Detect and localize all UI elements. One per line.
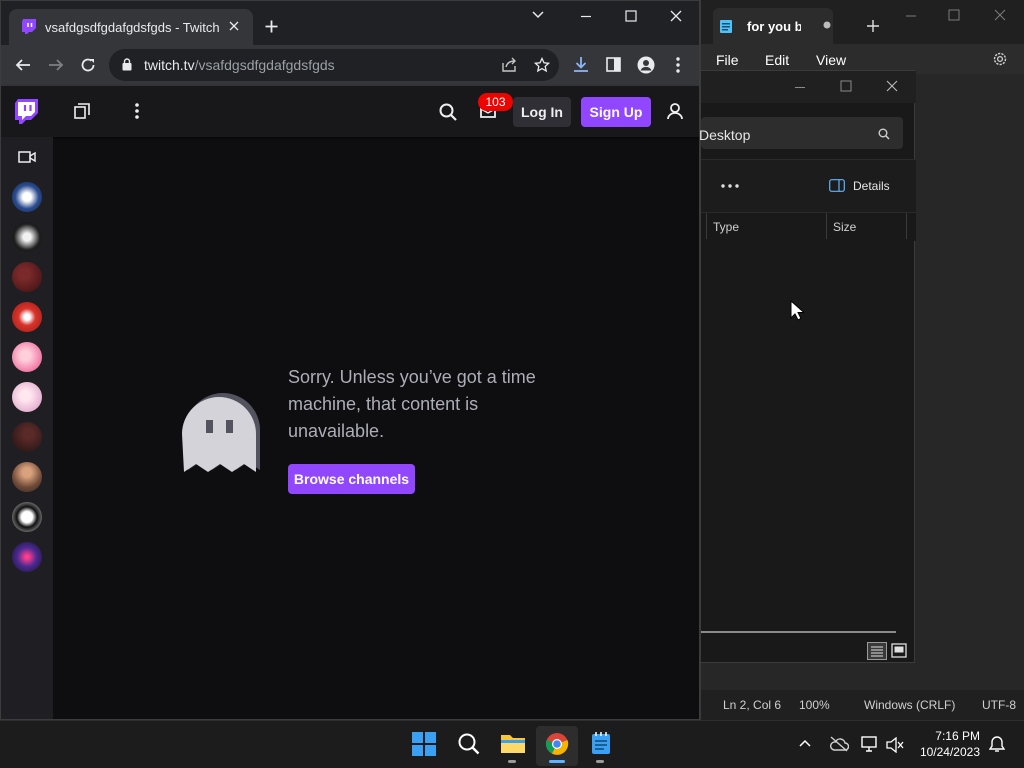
details-view-icon[interactable] [867, 642, 887, 660]
chrome-menu-icon[interactable] [676, 57, 680, 73]
search-icon[interactable] [878, 128, 890, 140]
notepad-tab-title: for you bro [747, 19, 801, 34]
close-icon[interactable] [670, 10, 682, 22]
channel-avatar[interactable] [12, 542, 42, 572]
horizontal-scrollbar[interactable] [701, 631, 896, 633]
column-divider[interactable] [826, 213, 827, 239]
log-in-button[interactable]: Log In [513, 97, 571, 127]
windows-start-icon[interactable] [412, 732, 436, 756]
column-size[interactable]: Size [833, 220, 856, 234]
dialog-close-icon[interactable] [886, 80, 898, 92]
details-button[interactable]: Details [853, 179, 890, 193]
url-path: /vsafdgsdfgdafgdsfgds [194, 57, 335, 73]
search-icon[interactable] [439, 103, 457, 121]
channel-avatar[interactable] [12, 502, 42, 532]
notification-bell-icon[interactable] [989, 735, 1005, 753]
status-cursor-position: Ln 2, Col 6 [723, 698, 782, 712]
twitch-logo-icon[interactable] [15, 98, 39, 126]
running-indicator [508, 760, 516, 763]
volume-muted-icon[interactable] [886, 737, 904, 753]
twitch-favicon-icon [21, 18, 37, 34]
status-zoom: 100% [799, 698, 830, 712]
address-path: Desktop [699, 127, 751, 143]
channel-avatar[interactable] [12, 342, 42, 372]
url-text[interactable]: twitch.tv/vsafdgsdfgdafgdsfgds [144, 57, 335, 75]
more-icon[interactable] [135, 103, 139, 119]
running-indicator [596, 760, 604, 763]
download-icon[interactable] [573, 56, 589, 73]
ghost-icon [180, 378, 266, 474]
browse-channels-button[interactable]: Browse channels [288, 464, 415, 494]
dialog-maximize-icon[interactable] [840, 80, 852, 92]
network-icon[interactable] [861, 736, 879, 752]
column-divider[interactable] [706, 213, 707, 239]
reload-icon[interactable] [80, 57, 96, 73]
url-host: twitch.tv [144, 57, 195, 73]
menu-edit[interactable]: Edit [765, 52, 789, 68]
more-options-icon[interactable] [721, 184, 739, 188]
share-icon[interactable] [501, 57, 518, 73]
maximize-icon[interactable] [625, 10, 637, 22]
new-tab-icon[interactable] [866, 19, 880, 33]
forward-arrow-icon[interactable] [48, 57, 64, 73]
lock-icon[interactable] [122, 58, 132, 71]
notepad-taskbar-icon[interactable] [591, 731, 611, 755]
browse-icon[interactable] [74, 103, 90, 119]
browser-tab-title: vsafdgsdfgdafgdsfgds - Twitch [45, 20, 220, 35]
column-divider[interactable] [906, 213, 907, 239]
menu-file[interactable]: File [716, 52, 739, 68]
channel-avatar[interactable] [12, 222, 42, 252]
profile-icon[interactable] [637, 56, 655, 74]
active-indicator [549, 760, 565, 763]
taskbar-date[interactable]: 10/24/2023 [910, 745, 980, 759]
unavailable-message: Sorry. Unless you’ve got a time machine,… [288, 367, 536, 441]
minimize-icon[interactable] [580, 15, 592, 18]
maximize-icon[interactable] [948, 9, 960, 21]
mouse-cursor-icon [790, 300, 804, 322]
channel-avatar[interactable] [12, 262, 42, 292]
cloud-offline-icon[interactable] [829, 736, 849, 752]
dialog-titlebar [701, 71, 916, 103]
channel-avatar[interactable] [12, 182, 42, 212]
sign-up-button[interactable]: Sign Up [581, 97, 651, 127]
search-icon[interactable] [458, 733, 480, 755]
channel-avatar[interactable] [12, 382, 42, 412]
status-encoding: UTF-8 [982, 698, 1016, 712]
unsaved-dot-icon[interactable] [823, 21, 831, 29]
side-panel-icon[interactable] [606, 57, 621, 72]
channel-avatar[interactable] [12, 302, 42, 332]
details-pane-icon[interactable] [829, 179, 845, 192]
bookmark-star-icon[interactable] [534, 57, 550, 73]
notepad-icon [719, 18, 733, 34]
tab-close-icon[interactable] [229, 21, 239, 31]
large-icons-view-icon[interactable] [891, 643, 907, 658]
file-explorer-icon[interactable] [500, 732, 526, 754]
close-icon[interactable] [994, 9, 1006, 21]
chrome-window: vsafdgsdfgdafgdsfgds - Twitch twitch.tv/… [0, 0, 700, 720]
dialog-minimize-icon[interactable] [794, 86, 806, 89]
file-dialog-window: Desktop Details Type Size [699, 70, 916, 663]
tab-search-chevron-icon[interactable] [532, 11, 544, 19]
notification-badge: 103 [478, 93, 513, 111]
user-icon[interactable] [666, 102, 684, 120]
column-type[interactable]: Type [713, 220, 739, 234]
new-tab-icon[interactable] [265, 20, 278, 33]
taskbar-time[interactable]: 7:16 PM [910, 729, 980, 743]
menu-view[interactable]: View [816, 52, 846, 68]
chevron-up-icon[interactable] [799, 739, 811, 747]
channel-avatar[interactable] [12, 422, 42, 452]
settings-gear-icon[interactable] [991, 50, 1009, 68]
status-line-ending: Windows (CRLF) [864, 698, 956, 712]
chrome-icon[interactable] [545, 732, 569, 756]
channel-avatar[interactable] [12, 462, 42, 492]
video-camera-icon[interactable] [18, 151, 36, 163]
back-arrow-icon[interactable] [15, 57, 31, 73]
minimize-icon[interactable] [905, 14, 917, 18]
